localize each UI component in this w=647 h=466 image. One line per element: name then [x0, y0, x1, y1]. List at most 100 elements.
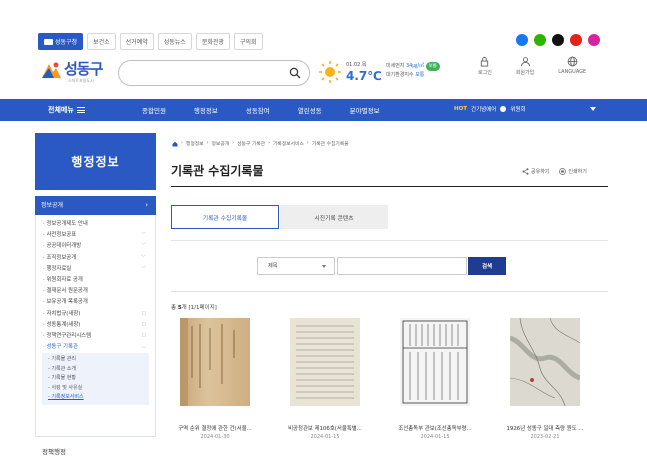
sidebar-item[interactable]: · 조직정보공개 ﹀ [36, 253, 155, 264]
record-thumbnail[interactable] [510, 318, 580, 406]
site-logo[interactable]: 성동구 스마트포용도시 [40, 56, 112, 90]
login-label: 로그인 [478, 70, 492, 76]
gu-logo-icon [44, 38, 53, 45]
print-button[interactable]: 인쇄하기 [559, 168, 587, 175]
chevron-up-icon: ︿ [140, 344, 146, 351]
title-divider [171, 186, 608, 187]
gnb-item-civil[interactable]: 종합민원 [142, 105, 166, 115]
sidebar-subitem[interactable]: - 서킹 및 사유실 [42, 384, 149, 394]
hot-text: 건기념에어 [471, 107, 497, 113]
sidebar-section-header[interactable]: 정보공개 › [35, 196, 156, 215]
record-card[interactable]: 비공정관보 제106호(서울특별... 2024-01-15 [275, 318, 375, 440]
sidebar-next-section[interactable]: 정책행정 [42, 446, 66, 456]
sidebar-item[interactable]: · 결재문서 원문공개 [36, 286, 155, 297]
sidebar-subitem-label: 기록정보서비스 [51, 394, 84, 401]
search-field-value: 제목 [268, 263, 278, 269]
record-card[interactable]: 조선총독부 관보(조선총독부령... 2024-01-15 [385, 318, 485, 440]
sidebar-subitem[interactable]: - 기록물 관리 [42, 355, 149, 365]
sidebar-subitem[interactable]: - 기록관 소개 [42, 365, 149, 375]
all-menu-button[interactable]: 전체메뉴 [48, 105, 85, 115]
facebook-icon[interactable] [516, 34, 528, 46]
sidebar-item-label: 성동구 기록관 [46, 344, 78, 351]
x-icon[interactable] [552, 34, 564, 46]
hamburger-icon [76, 107, 85, 113]
new-window-icon: ☐ [141, 310, 146, 317]
record-title[interactable]: 구역 순위 결정에 관한 건(서울... [165, 424, 265, 432]
sidebar-item[interactable]: · 공공데이터개방 ﹀ [36, 241, 155, 252]
gnb-item-admin[interactable]: 행정정보 [194, 105, 218, 115]
chevron-down-icon: ﹀ [140, 265, 146, 272]
site-tab-health[interactable]: 보건소 [87, 33, 116, 50]
login-button[interactable]: 로그인 [478, 56, 492, 76]
home-icon[interactable] [172, 141, 178, 147]
sidebar-subitem-current[interactable]: - 기록정보서비스 [42, 393, 149, 403]
gnb-item-participation[interactable]: 성동참여 [246, 105, 270, 115]
search-field-select[interactable]: 제목 [257, 257, 335, 275]
site-tab-council[interactable]: 구의회 [233, 33, 263, 50]
weather-date: 01.02.목 [346, 62, 367, 68]
breadcrumb-item[interactable]: 기록관 수집기록물 [312, 140, 349, 147]
youtube-icon[interactable] [570, 34, 582, 46]
gnb-item-field[interactable]: 분야별정보 [350, 105, 380, 115]
record-thumbnail[interactable] [290, 318, 360, 406]
page-actions: 공유하기 인쇄하기 [522, 168, 587, 175]
keyword-input[interactable] [337, 257, 467, 275]
sidebar-item[interactable]: · 정보공개제도 안내 [36, 219, 155, 230]
top-utility-bar: 성동구청 보건소 선거예약 성동뉴스 문화관광 구의회 [0, 0, 647, 50]
record-title[interactable]: 1926년 성동구 일대 측량 원도 ... [495, 424, 595, 432]
record-title[interactable]: 비공정관보 제106호(서울특별... [275, 424, 375, 432]
breadcrumb-item[interactable]: 성동구 기록관 [237, 140, 265, 147]
print-label: 인쇄하기 [568, 169, 587, 175]
sidebar-item[interactable]: · 성동통계(새창) ☐ [36, 320, 155, 331]
sidebar-submenu: - 기록물 관리 - 기록관 소개 - 기록물 현황 - 서킹 및 사유실 - … [42, 353, 149, 405]
gnb-item-open[interactable]: 열린성동 [298, 105, 322, 115]
instagram-icon[interactable] [588, 34, 600, 46]
sidebar-item-archive[interactable]: · 성동구 기록관 ︿ [36, 342, 155, 353]
gazette-document-image [296, 325, 354, 399]
tab-photo-contents[interactable]: 시진기록 콘텐츠 [280, 205, 388, 229]
sidebar-item[interactable]: · 정책연구관리시스템 ☐ [36, 331, 155, 342]
breadcrumb-item[interactable]: 정보공개 [212, 140, 230, 147]
sns-links [516, 34, 600, 46]
share-button[interactable]: 공유하기 [522, 168, 549, 175]
sidebar-item-label: 사전정보공표 [46, 232, 77, 239]
sidebar-item[interactable]: · 자치법규(새창) ☐ [36, 309, 155, 320]
sidebar-menu: · 정보공개제도 안내 · 사전정보공표 ﹀ · 공공데이터개방 ﹀ · 조직정보공… [35, 215, 156, 437]
site-tab-label: 성동구청 [55, 39, 78, 46]
hot-label: HOT [454, 106, 468, 112]
sun-icon [319, 61, 341, 83]
record-date: 2024-01-15 [420, 434, 450, 440]
record-card[interactable]: 구역 순위 결정에 관한 건(서울... 2024-01-30 [165, 318, 265, 440]
sidebar-subitem-label: 기록물 관리 [51, 356, 76, 363]
sidebar-item[interactable]: · 보유공개 목록공개 [36, 297, 155, 308]
language-button[interactable]: LANGUAGE [558, 56, 586, 76]
sidebar-item[interactable]: · 행정자료실 ﹀ [36, 264, 155, 275]
site-tabs: 성동구청 보건소 선거예약 성동뉴스 문화관광 구의회 [38, 33, 263, 50]
chevron-down-icon[interactable] [590, 107, 596, 111]
record-card[interactable]: 1926년 성동구 일대 측량 원도 ... 2023-02-21 [495, 318, 595, 440]
site-search-input[interactable] [118, 60, 310, 86]
sidebar-item[interactable]: · 사전정보공표 ﹀ [36, 230, 155, 241]
search-icon[interactable] [289, 67, 301, 79]
record-title[interactable]: 조선총독부 관보(조선총독부령... [385, 424, 485, 432]
site-tab-gu-office[interactable]: 성동구청 [38, 33, 84, 50]
search-button[interactable]: 검색 [468, 257, 506, 275]
breadcrumb-item[interactable]: 기록정보서비스 [273, 140, 304, 147]
count-prefix: 총 [171, 305, 177, 311]
record-thumbnail[interactable] [180, 318, 250, 406]
record-thumbnail[interactable] [400, 318, 470, 406]
sidebar-item-label: 행정자료실 [46, 265, 72, 272]
breadcrumb-item[interactable]: 행정정보 [186, 140, 204, 147]
site-tab-culture[interactable]: 문화관광 [195, 33, 230, 50]
breadcrumb: › 행정정보 › 정보공개 › 성동구 기록관 › 기록정보서비스 › 기록관 수집기록… [172, 140, 349, 147]
tab-collected-records[interactable]: 기록관 수집기록물 [171, 205, 279, 229]
blog-icon[interactable] [534, 34, 546, 46]
sidebar-item[interactable]: · 위원회자료 공개 [36, 275, 155, 286]
signup-button[interactable]: 회원가입 [516, 56, 534, 76]
site-tab-news[interactable]: 성동뉴스 [157, 33, 192, 50]
page-title: 기록관 수집기록물 [171, 164, 264, 178]
sidebar-subitem[interactable]: - 기록물 현황 [42, 374, 149, 384]
weather-temperature: 4.7℃ [346, 69, 382, 83]
hot-keyword[interactable]: HOT 건기념에어 위원회 [454, 105, 526, 113]
site-tab-reservation[interactable]: 선거예약 [119, 33, 154, 50]
